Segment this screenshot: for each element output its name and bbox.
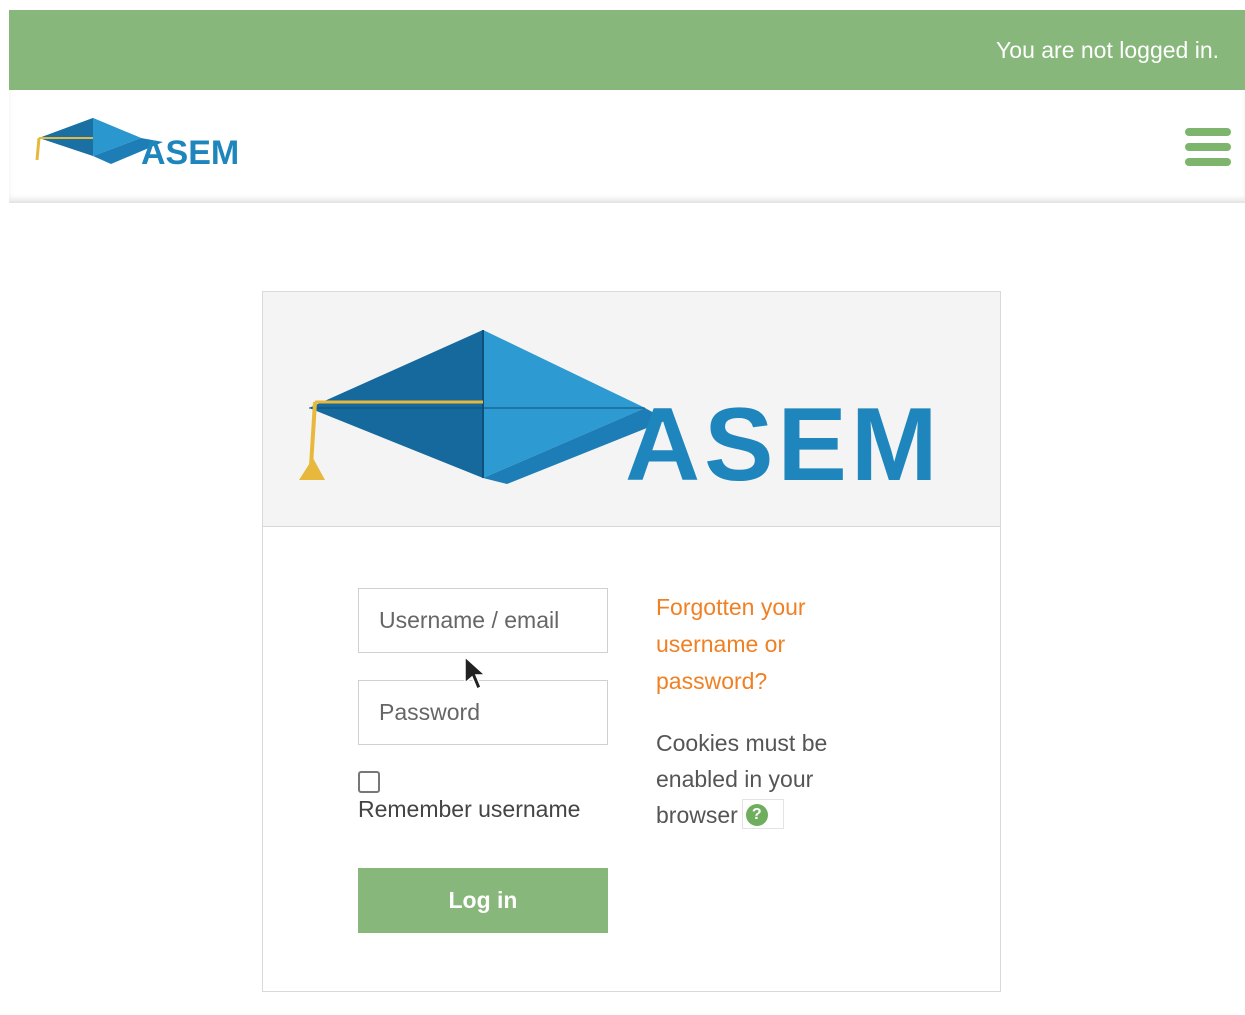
hamburger-menu-icon[interactable] (1185, 128, 1231, 166)
remember-username-label[interactable]: Remember username (358, 796, 580, 823)
login-card-header: ASEM (263, 292, 1000, 527)
cookies-notice: Cookies must be enabled in your browser? (656, 725, 886, 833)
page: You are not logged in. ASEM ASEM Usernam… (9, 10, 1245, 1015)
login-status-text: You are not logged in. (996, 36, 1219, 63)
top-status-bar: You are not logged in. (9, 10, 1245, 90)
username-input[interactable] (358, 588, 608, 653)
forgot-password-link[interactable]: Forgotten your username or password? (656, 589, 856, 700)
svg-text:ASEM: ASEM (141, 134, 239, 172)
mouse-pointer-icon (464, 655, 487, 691)
asem-logo-small[interactable]: ASEM (31, 116, 243, 172)
login-button[interactable]: Log in (358, 868, 608, 933)
navbar: ASEM (9, 90, 1245, 203)
svg-text:ASEM: ASEM (625, 387, 941, 488)
remember-username-checkbox[interactable] (358, 771, 380, 793)
asem-logo-large: ASEM (299, 330, 941, 488)
login-card: ASEM Remember username Log in Forgotten … (262, 291, 1001, 992)
question-circle-icon[interactable]: ? (745, 803, 768, 826)
cookies-help-button[interactable]: ? (741, 798, 784, 829)
